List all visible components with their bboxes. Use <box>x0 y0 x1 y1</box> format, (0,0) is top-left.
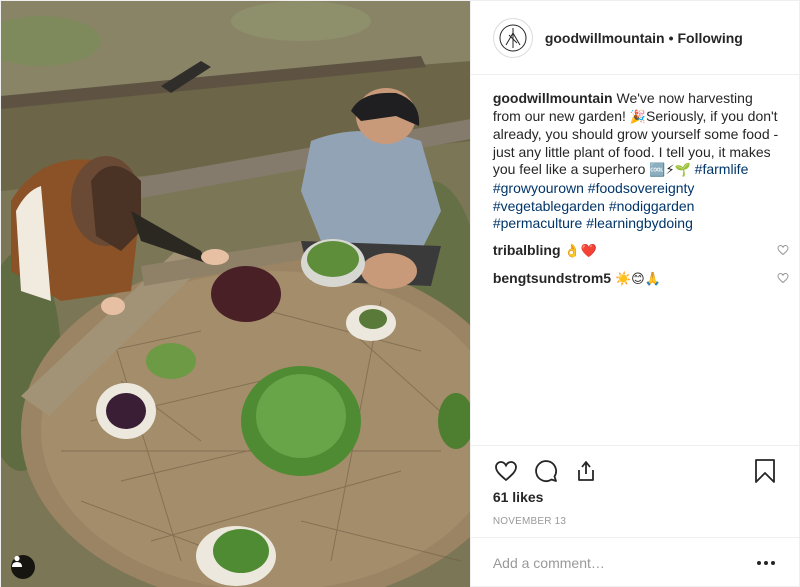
header-separator: • <box>668 29 674 46</box>
caption-emojis: 🆒⚡🌱 <box>649 163 691 179</box>
caption-username-link[interactable]: goodwillmountain <box>493 90 613 106</box>
caption: goodwillmountain We've now harvesting fr… <box>493 90 783 233</box>
comment-item: bengtsundstrom5 ☀️😊🙏 <box>493 267 789 289</box>
comment-text: 👌❤️ <box>564 243 597 259</box>
user-tag-icon[interactable] <box>11 555 35 579</box>
comment-like-heart-icon[interactable] <box>777 244 789 256</box>
post-sidebar: goodwillmountain • Following goodwillmount… <box>469 1 800 587</box>
party-emoji: 🎉 <box>629 109 646 125</box>
following-button[interactable]: Following <box>678 30 743 46</box>
comment-username-link[interactable]: bengtsundstrom5 <box>493 270 611 286</box>
comment-like-heart-icon[interactable] <box>777 272 789 284</box>
bookmark-icon[interactable] <box>753 458 777 484</box>
avatar[interactable] <box>492 17 533 58</box>
post-date[interactable]: NOVEMBER 13 <box>493 516 566 527</box>
heart-icon[interactable] <box>493 458 519 484</box>
comment-item: tribalbling 👌❤️ <box>493 239 789 261</box>
header-text: goodwillmountain • Following <box>545 30 743 46</box>
add-comment-bar <box>470 537 800 587</box>
post-photo[interactable] <box>1 1 470 587</box>
hashtag-link[interactable]: #growyourown <box>493 180 584 196</box>
comment-username-link[interactable]: tribalbling <box>493 242 561 258</box>
hashtag-link[interactable]: #foodsovereignty <box>588 180 695 196</box>
more-options-icon[interactable] <box>756 555 775 571</box>
comments-section: goodwillmountain We've now harvesting fr… <box>493 90 789 289</box>
comment-text: ☀️😊🙏 <box>614 271 661 287</box>
hashtag-link[interactable]: #permaculture <box>493 215 583 231</box>
instagram-post: goodwillmountain • Following goodwillmount… <box>0 0 800 587</box>
post-header: goodwillmountain • Following <box>470 1 800 75</box>
header-username-link[interactable]: goodwillmountain <box>545 30 665 46</box>
hashtag-link[interactable]: #vegetablegarden <box>493 198 605 214</box>
comment-input[interactable] <box>492 555 733 571</box>
brand-logo-icon <box>499 24 527 51</box>
hashtag-link[interactable]: #nodiggarden <box>609 198 695 214</box>
likes-count[interactable]: 61 likes <box>493 489 544 505</box>
garden-photo-illustration <box>1 1 470 587</box>
hashtag-link[interactable]: #farmlife <box>695 161 749 177</box>
comment-bubble-icon[interactable] <box>533 458 559 484</box>
share-icon[interactable] <box>573 458 599 484</box>
hashtag-link[interactable]: #learningbydoing <box>586 215 693 231</box>
